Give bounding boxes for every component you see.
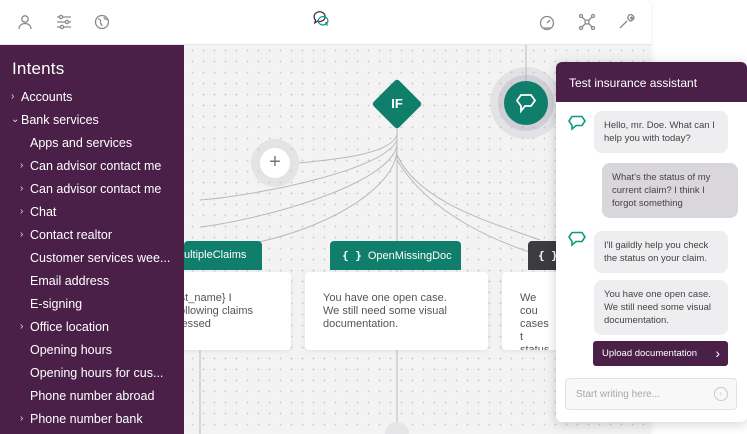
intents-sidebar: Intents › Accounts ⌄ Bank services Apps and … (0, 45, 184, 434)
sidebar-item-label: Bank services (21, 112, 99, 127)
flow-editor-window: IF + ultipleClaims rst_name} I following… (0, 0, 651, 434)
sidebar-item-label: Opening hours for cus... (30, 365, 164, 380)
chat-title: Test insurance assistant (556, 62, 747, 102)
sidebar-item-label: Can advisor contact me (30, 181, 162, 196)
sidebar-item-label: Phone number abroad (30, 388, 155, 403)
sidebar-item-label: Customer services wee... (30, 250, 171, 265)
sidebar-item-label: Can advisor contact me (30, 158, 162, 173)
chat-input-box: › (565, 378, 737, 410)
chevron-right-icon: › (20, 160, 24, 171)
chat-logo-icon[interactable] (312, 9, 338, 35)
globe-icon[interactable] (93, 13, 111, 31)
chat-bubble-icon (504, 81, 548, 125)
chat-message-bot: You have one open case. We still need so… (594, 280, 728, 335)
sidebar-item-label: Office location (30, 319, 109, 334)
sliders-icon[interactable] (55, 13, 73, 31)
chevron-down-icon: ⌄ (11, 114, 20, 125)
sidebar-item[interactable]: Opening hours (0, 338, 184, 361)
top-toolbar (0, 0, 651, 45)
braces-icon: { } (342, 249, 362, 262)
sidebar-item[interactable]: Opening hours for cus... (0, 361, 184, 384)
sidebar-item-label: Phone number bank (30, 411, 143, 426)
sidebar-item[interactable]: ⌄ Bank services (0, 108, 184, 131)
sidebar-item[interactable]: › Contact realtor (0, 223, 184, 246)
sidebar-item[interactable]: E-signing (0, 292, 184, 315)
sidebar-item[interactable]: › Accounts (0, 85, 184, 108)
network-icon[interactable] (578, 13, 596, 31)
chat-message-user: What's the status of my current claim? I… (602, 163, 738, 218)
sidebar-item-label: Accounts (21, 89, 73, 104)
sidebar-item[interactable]: › Office location (0, 315, 184, 338)
chevron-right-icon: › (11, 91, 15, 102)
sidebar-item-label: Email address (30, 273, 110, 288)
chevron-right-icon: › (20, 229, 24, 240)
braces-icon: { } (538, 249, 558, 262)
chevron-right-icon: › (20, 206, 24, 217)
sidebar-item-label: Chat (30, 204, 57, 219)
chevron-right-icon: › (715, 345, 720, 361)
block-tag-open-missing-doc[interactable]: { } OpenMissingDoc (330, 241, 461, 270)
sidebar-item[interactable]: › Phone number bank (0, 407, 184, 430)
chevron-right-icon: › (20, 183, 24, 194)
sidebar-item[interactable]: › Can advisor contact me (0, 177, 184, 200)
plus-icon: + (260, 148, 290, 178)
chevron-right-icon: › (20, 413, 24, 424)
sidebar-item[interactable]: Apps and services (0, 131, 184, 154)
sidebar-title: Intents (12, 59, 65, 78)
bot-avatar-icon (567, 114, 587, 132)
bot-avatar-icon (567, 230, 587, 248)
sidebar-item-label: Opening hours (30, 342, 113, 357)
chat-message-bot: I'll gaildly help you check the status o… (594, 231, 728, 273)
sidebar-item[interactable]: Email address (0, 269, 184, 292)
sidebar-item-label: E-signing (30, 296, 83, 311)
block-tag-multiple-claims[interactable]: ultipleClaims (184, 241, 262, 270)
wrench-icon[interactable] (617, 13, 635, 31)
send-icon[interactable]: › (714, 387, 728, 401)
intent-list: › Accounts ⌄ Bank services Apps and services… (0, 85, 184, 430)
block-card-open-missing-doc[interactable]: You have one open case. We still need so… (305, 272, 488, 350)
add-node-button[interactable]: + (251, 139, 299, 187)
user-icon[interactable] (16, 13, 34, 31)
test-assistant-chat: Test insurance assistant Hello, mr. Doe.… (556, 62, 747, 422)
chat-message-input[interactable] (566, 379, 706, 409)
chat-message-bot: Hello, mr. Doe. What can I help you with… (594, 111, 728, 153)
speedometer-icon[interactable] (538, 13, 556, 31)
sidebar-item[interactable]: › Can advisor contact me (0, 154, 184, 177)
sidebar-item-label: Contact realtor (30, 227, 112, 242)
upload-documentation-button[interactable]: Upload documentation › (593, 341, 728, 366)
sidebar-item[interactable]: Customer services wee... (0, 246, 184, 269)
sidebar-item[interactable]: › Chat (0, 200, 184, 223)
sidebar-item[interactable]: Phone number abroad (0, 384, 184, 407)
block-card-multiple-claims[interactable]: rst_name} I following claims cessed (170, 272, 291, 350)
chevron-right-icon: › (20, 321, 24, 332)
sidebar-item-label: Apps and services (30, 135, 133, 150)
if-node-label: IF (391, 96, 403, 111)
bot-response-node[interactable] (490, 67, 562, 139)
